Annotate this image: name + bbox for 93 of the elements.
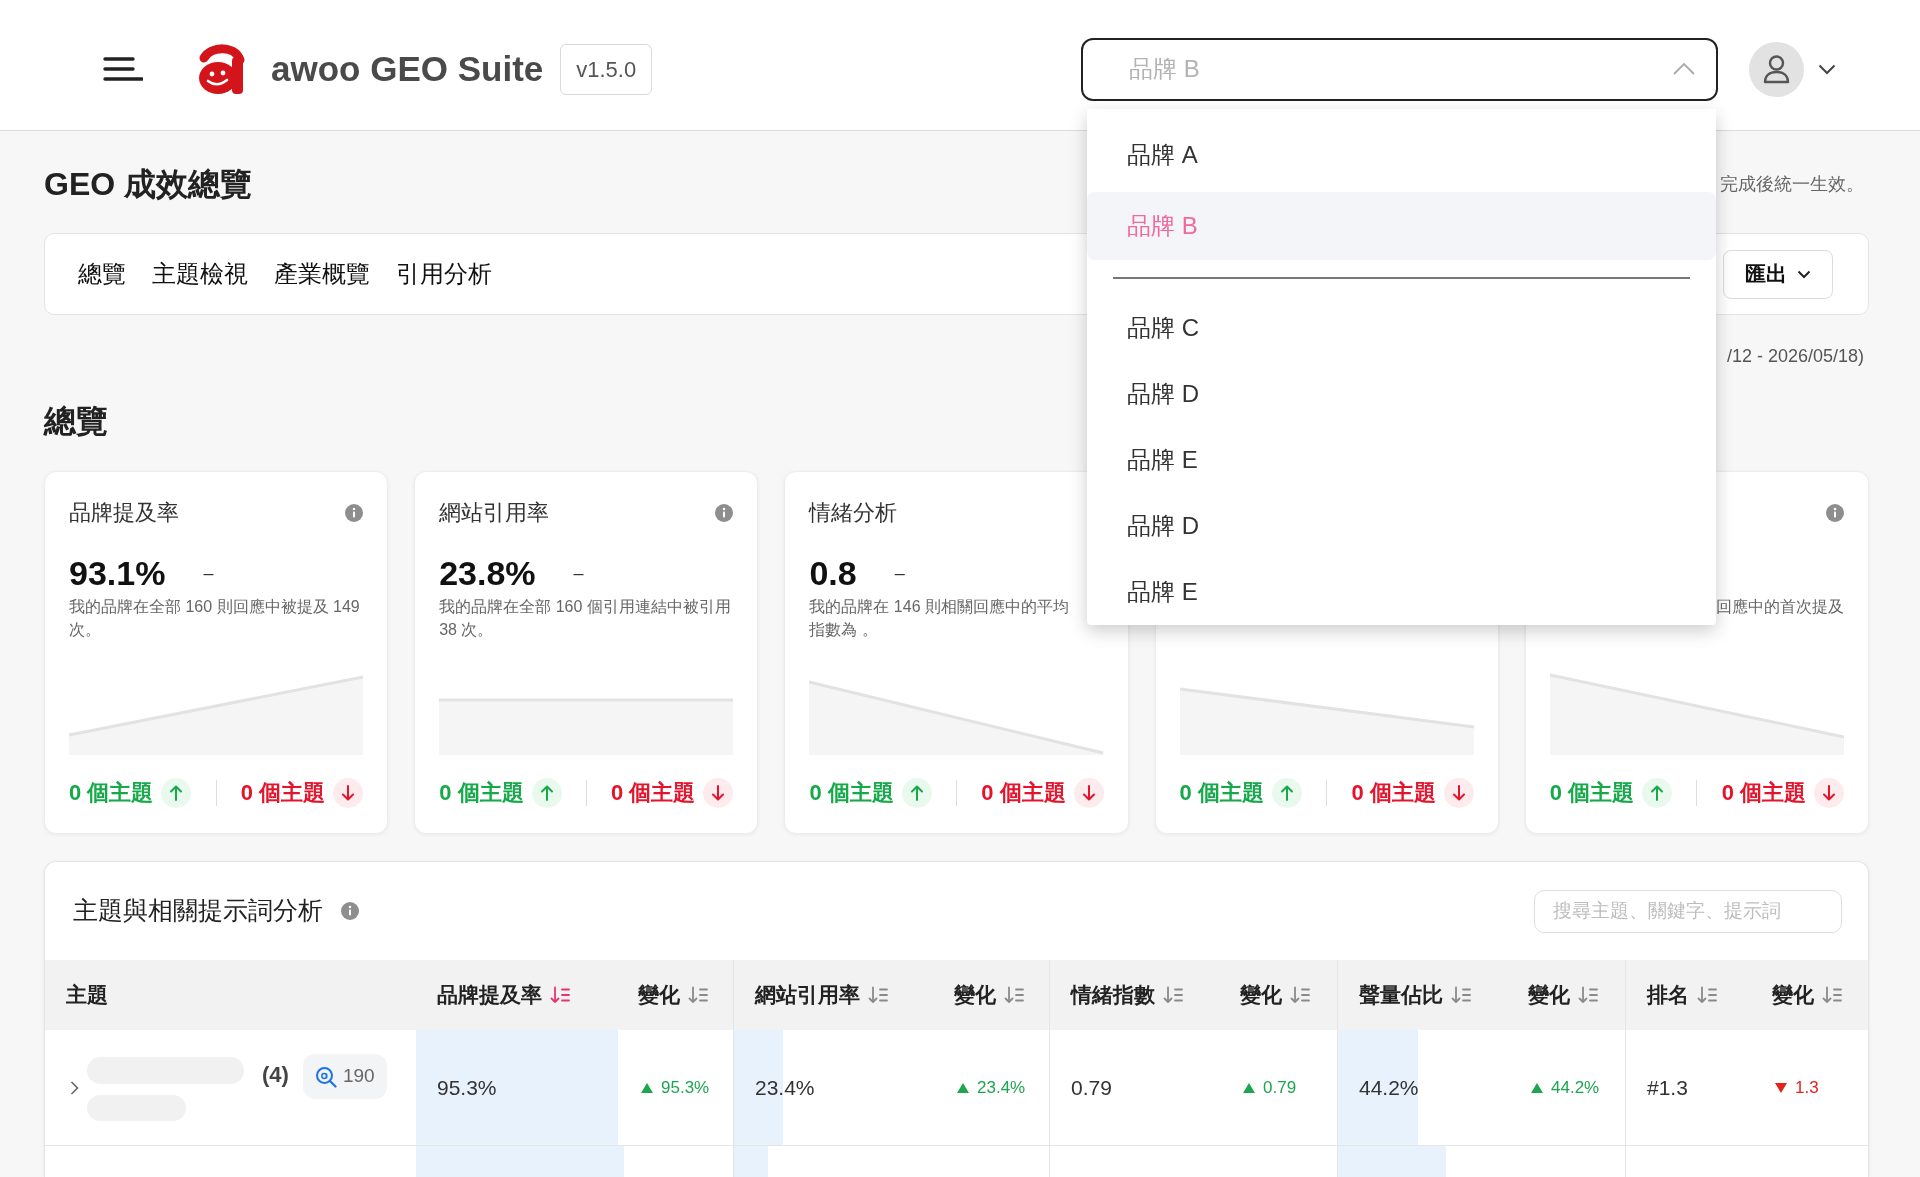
table-cell-text: 95.3% xyxy=(436,1074,497,1101)
sort-icon[interactable] xyxy=(868,986,888,1004)
tab[interactable]: 主題檢視 xyxy=(152,256,248,292)
chevron-down-icon xyxy=(1797,269,1811,279)
arrow-up-icon xyxy=(161,778,192,808)
sort-icon[interactable] xyxy=(1163,986,1183,1004)
falling-topics-count: 0 個主題 xyxy=(981,779,1066,807)
prompt-count: (4) xyxy=(262,1060,289,1089)
magnifier-icon xyxy=(314,1065,337,1088)
tab[interactable]: 產業概覽 xyxy=(274,256,370,292)
column-header: 變化 xyxy=(638,982,680,1009)
tab[interactable]: 引用分析 xyxy=(396,256,492,292)
date-range: /12 - 2026/05/18) xyxy=(1726,345,1864,368)
info-icon[interactable] xyxy=(1826,504,1844,522)
falling-topics-count: 0 個主題 xyxy=(611,779,696,807)
rising-topics-count: 0 個主題 xyxy=(1179,779,1264,807)
export-button[interactable]: 匯出 xyxy=(1723,249,1833,299)
sort-icon[interactable] xyxy=(1822,986,1842,1004)
avatar-icon[interactable] xyxy=(1749,41,1804,97)
tab[interactable]: 總覽 xyxy=(78,256,126,292)
card-title: 情緒分析 xyxy=(809,499,898,527)
app-title: awoo GEO Suite xyxy=(271,47,544,90)
rising-topics-count: 0 個主題 xyxy=(69,779,154,807)
sort-icon[interactable] xyxy=(1004,986,1024,1004)
rising-topics-count: 0 個主題 xyxy=(1549,779,1635,807)
arrow-down-icon xyxy=(1073,778,1104,808)
metric-description: 回應中的首次提及 xyxy=(1715,597,1844,617)
metric-value: 23.8% xyxy=(439,553,536,594)
arrow-down-icon xyxy=(1443,778,1474,808)
smiley-logo xyxy=(197,43,247,95)
info-icon[interactable] xyxy=(341,902,359,920)
metric-description: 我的品牌在全部 160 則回應中被提及 149 次。 xyxy=(69,597,361,640)
rising-topics-count: 0 個主題 xyxy=(809,779,894,807)
card-title: 網站引用率 xyxy=(439,499,550,527)
column-header: 主題 xyxy=(66,982,108,1009)
column-header: 變化 xyxy=(1772,982,1814,1009)
column-header: 聲量佔比 xyxy=(1359,982,1443,1009)
column-header: 變化 xyxy=(1240,982,1282,1009)
brand-select[interactable]: 品牌 B xyxy=(1081,37,1718,101)
column-header: 情緒指數 xyxy=(1071,982,1155,1009)
arrow-up-icon xyxy=(1271,778,1302,808)
sort-icon[interactable] xyxy=(1451,986,1471,1004)
menu-icon[interactable] xyxy=(103,56,143,82)
table-cell-text: #1.3 xyxy=(1646,1074,1688,1101)
table-cell-text: 0.79 xyxy=(1070,1074,1112,1101)
change-value: 23.4% xyxy=(977,1076,1026,1099)
chevron-right-icon[interactable] xyxy=(70,1079,79,1096)
arrow-up-icon xyxy=(531,778,562,808)
column-header: 品牌提及率 xyxy=(437,982,542,1009)
table-cell-text: 44.2% xyxy=(1358,1074,1419,1101)
section-title: 主題與相關提示詞分析 xyxy=(73,895,323,927)
change-value: 44.2% xyxy=(1551,1076,1600,1099)
arrow-down-icon xyxy=(333,778,364,808)
column-header: 排名 xyxy=(1647,982,1689,1009)
change-value: – xyxy=(573,562,584,585)
arrow-down-icon xyxy=(1814,778,1844,808)
notice-text: 完成後統一生效。 xyxy=(1720,172,1864,196)
info-icon[interactable] xyxy=(715,504,734,522)
metric-description: 我的品牌在全部 160 個引用連結中被引用 38 次。 xyxy=(439,597,732,640)
metric-description: 我的品牌在 146 則相關回應中的平均 xyxy=(809,597,1070,617)
sort-icon[interactable] xyxy=(550,986,570,1004)
query-count: 190 xyxy=(342,1064,375,1089)
arrow-up-icon xyxy=(1642,778,1673,808)
change-value: – xyxy=(894,562,905,585)
sort-icon[interactable] xyxy=(1578,986,1598,1004)
table-cell-text: 23.4% xyxy=(754,1074,815,1101)
arrow-down-icon xyxy=(703,778,734,808)
falling-topics-count: 0 個主題 xyxy=(240,779,326,807)
page-title: GEO 成效總覽 xyxy=(44,165,252,204)
change-value: – xyxy=(203,562,214,585)
metric-value: 93.1% xyxy=(69,553,166,594)
falling-topics-count: 0 個主題 xyxy=(1351,779,1436,807)
arrow-up-icon xyxy=(901,778,932,808)
column-header: 變化 xyxy=(954,982,996,1009)
column-header: 網站引用率 xyxy=(755,982,860,1009)
column-header: 變化 xyxy=(1528,982,1570,1009)
info-icon[interactable] xyxy=(345,504,364,522)
sort-icon[interactable] xyxy=(1290,986,1310,1004)
card-title: 品牌提及率 xyxy=(69,499,179,527)
change-value: 95.3% xyxy=(661,1076,710,1099)
rising-topics-count: 0 個主題 xyxy=(439,779,524,807)
sort-icon[interactable] xyxy=(688,986,708,1004)
search-field[interactable]: 搜尋主題、關鍵字、提示詞 xyxy=(1534,889,1842,933)
metric-description: 指數為 。 xyxy=(809,620,879,640)
chevron-up-icon[interactable] xyxy=(1672,61,1696,76)
change-value: 1.3 xyxy=(1795,1076,1819,1099)
chevron-down-icon[interactable] xyxy=(1818,63,1836,75)
falling-topics-count: 0 個主題 xyxy=(1721,779,1806,807)
sort-icon[interactable] xyxy=(1697,986,1717,1004)
version-badge: v1.5.0 xyxy=(560,43,653,95)
change-value: 0.79 xyxy=(1263,1076,1297,1099)
metric-value: 0.8 xyxy=(809,553,857,594)
section-title: 總覽 xyxy=(44,402,108,441)
